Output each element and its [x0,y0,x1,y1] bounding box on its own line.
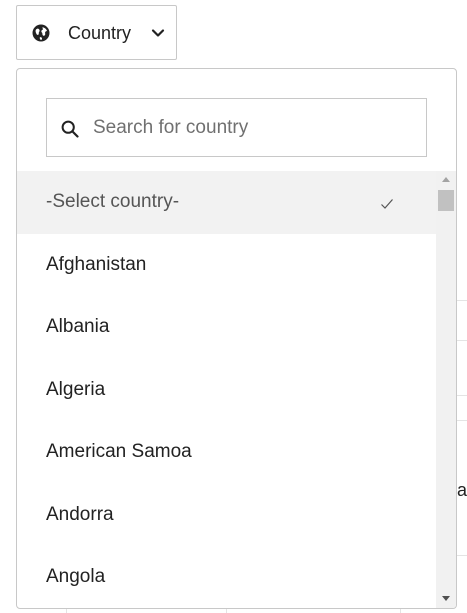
page: ar Country [0,0,467,613]
country-option-label: Afghanistan [46,253,147,275]
background-divider [456,340,467,341]
chevron-down-icon [151,26,165,40]
country-option-label: Andorra [46,503,114,525]
scrollbar-thumb[interactable] [438,190,454,211]
country-option-label: American Samoa [46,441,192,463]
background-divider [226,609,227,613]
background-divider [400,609,401,613]
country-option-select-country[interactable]: -Select country- [17,171,436,234]
country-option-american-samoa[interactable]: American Samoa [17,421,436,484]
country-select-button[interactable]: Country [16,5,177,60]
country-option-label: Algeria [46,378,106,400]
background-divider [456,555,467,556]
background-divider [66,609,67,613]
country-option-algeria[interactable]: Algeria [17,359,436,422]
country-search-input[interactable] [93,109,413,147]
country-option-afghanistan[interactable]: Afghanistan [17,234,436,297]
background-divider [456,300,467,301]
scroll-up-arrow-icon[interactable] [442,177,450,182]
country-option-albania[interactable]: Albania [17,296,436,359]
country-option-label: -Select country- [46,191,180,213]
background-divider [456,420,467,421]
country-list[interactable]: -Select country- Afghanistan Albania Alg… [17,171,436,608]
country-option-andorra[interactable]: Andorra [17,484,436,547]
country-option-label: Angola [46,566,106,588]
background-divider [456,395,467,396]
country-list-scrollbar[interactable] [436,171,456,608]
country-select-label: Country [68,23,132,43]
scroll-down-arrow-icon[interactable] [442,596,450,601]
country-option-label: Albania [46,316,110,338]
country-dropdown: -Select country- Afghanistan Albania Alg… [16,68,457,609]
search-icon [61,120,79,138]
country-option-angola[interactable]: Angola [17,546,436,608]
checkmark-icon [380,194,394,209]
country-search-box[interactable] [46,98,427,157]
globe-icon [32,24,50,42]
background-text-fragment: ar [457,480,467,500]
